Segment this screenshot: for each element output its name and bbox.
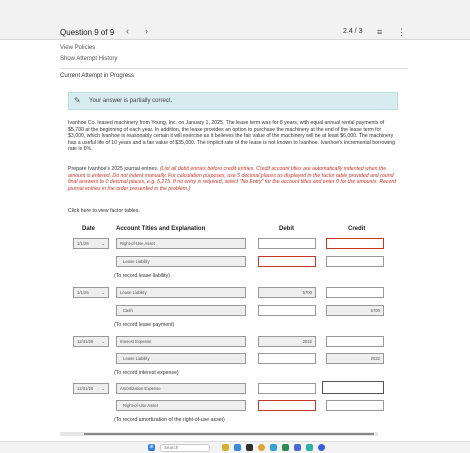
date-select[interactable]: 1/1/25 ⌄ bbox=[73, 287, 109, 298]
alert-text: Your answer is partially correct. bbox=[89, 98, 173, 104]
app-icon[interactable] bbox=[282, 444, 289, 451]
account-field[interactable]: Interest Expense bbox=[116, 336, 246, 347]
app-icon[interactable] bbox=[294, 444, 301, 451]
date-select[interactable]: 12/31/25 ⌄ bbox=[73, 336, 109, 347]
date-value: 1/1/25 bbox=[77, 241, 89, 246]
account-field[interactable]: Lease Liability bbox=[116, 287, 246, 298]
chevron-down-icon: ⌄ bbox=[101, 386, 105, 391]
date-select[interactable]: 12/31/25 ⌄ bbox=[73, 383, 109, 394]
list-icon[interactable]: ≡ bbox=[377, 27, 382, 37]
credit-input[interactable] bbox=[326, 400, 384, 411]
debit-input[interactable] bbox=[258, 305, 316, 316]
chevron-down-icon: ⌄ bbox=[101, 290, 105, 295]
debit-input[interactable] bbox=[258, 383, 316, 394]
app-icon[interactable] bbox=[246, 444, 253, 451]
date-value: 1/1/25 bbox=[77, 290, 89, 295]
chevron-down-icon: ⌄ bbox=[101, 339, 105, 344]
divider bbox=[60, 68, 408, 69]
entry-caption: (To record amortization of the right-of-… bbox=[114, 417, 225, 423]
credit-input[interactable]: 2022 bbox=[326, 353, 384, 364]
question-label: Question 9 of 9 bbox=[60, 28, 115, 37]
account-field[interactable]: Lease Liability bbox=[116, 353, 246, 364]
chevron-down-icon: ⌄ bbox=[101, 241, 105, 246]
windows-start-icon[interactable]: ⊞ bbox=[148, 444, 155, 451]
credit-input[interactable] bbox=[326, 336, 384, 347]
account-field[interactable]: Right-of-Use Asset bbox=[116, 400, 246, 411]
entry-caption: (To record interest expense) bbox=[114, 370, 179, 376]
header-debit: Debit bbox=[279, 226, 294, 232]
factor-tables-link[interactable]: Click here to view factor tables. bbox=[68, 208, 140, 214]
view-policies-link[interactable]: View Policies bbox=[60, 45, 95, 51]
credit-input[interactable] bbox=[326, 287, 384, 298]
account-field[interactable]: Right-of-Use Asset bbox=[116, 238, 246, 249]
credit-input[interactable] bbox=[326, 238, 384, 249]
taskbar-search[interactable]: Search bbox=[160, 444, 210, 452]
taskbar: ⊞ Search bbox=[0, 441, 470, 453]
entry-caption: (To record lease payment) bbox=[114, 322, 175, 328]
date-value: 12/31/25 bbox=[77, 339, 94, 344]
date-value: 12/31/25 bbox=[77, 386, 94, 391]
credit-input[interactable]: 5700 bbox=[326, 305, 384, 316]
debit-input[interactable] bbox=[258, 400, 316, 411]
account-field[interactable]: Lease Liability bbox=[116, 256, 246, 267]
instructions: Prepare Ivanhoe's 2025 journal entries. … bbox=[68, 166, 398, 192]
instructions-plain: Prepare Ivanhoe's 2025 journal entries. bbox=[68, 166, 159, 172]
partial-correct-alert: ✎ Your answer is partially correct. bbox=[68, 92, 398, 110]
debit-input[interactable] bbox=[258, 256, 316, 267]
more-vertical-icon[interactable]: ⋮ bbox=[397, 27, 406, 38]
chevron-left-icon[interactable]: ‹ bbox=[126, 26, 129, 36]
account-field[interactable]: Cash bbox=[116, 305, 246, 316]
app-icon[interactable] bbox=[234, 444, 241, 451]
pencil-icon: ✎ bbox=[74, 96, 81, 105]
app-icon[interactable] bbox=[306, 444, 313, 451]
debit-input[interactable] bbox=[258, 238, 316, 249]
debit-input[interactable]: 5700 bbox=[258, 287, 316, 298]
account-field[interactable]: Amortization Expense bbox=[116, 383, 246, 394]
debit-input[interactable] bbox=[258, 353, 316, 364]
current-attempt-heading: Current Attempt in Progress bbox=[60, 73, 135, 79]
chevron-right-icon[interactable]: › bbox=[145, 26, 148, 36]
score-display: 2.4 / 3 bbox=[343, 28, 363, 35]
app-icon[interactable] bbox=[270, 444, 277, 451]
scrollbar-thumb[interactable] bbox=[84, 433, 374, 435]
debit-input[interactable]: 2022 bbox=[258, 336, 316, 347]
show-attempt-history-link[interactable]: Show Attempt History bbox=[60, 56, 117, 62]
browser-icon[interactable] bbox=[258, 444, 265, 451]
header-date: Date bbox=[82, 226, 96, 232]
credit-input[interactable] bbox=[326, 256, 384, 267]
app-icon[interactable] bbox=[222, 444, 229, 451]
date-select[interactable]: 1/1/25 ⌄ bbox=[73, 238, 109, 249]
problem-text: Ivanhoe Co. leased machinery from Young,… bbox=[68, 120, 396, 153]
header-credit: Credit bbox=[348, 226, 366, 232]
browser-icon[interactable] bbox=[318, 444, 325, 451]
credit-input[interactable] bbox=[322, 381, 384, 394]
header-account: Account Titles and Explanation bbox=[116, 226, 206, 232]
entry-caption: (To record lease liability) bbox=[114, 273, 170, 279]
